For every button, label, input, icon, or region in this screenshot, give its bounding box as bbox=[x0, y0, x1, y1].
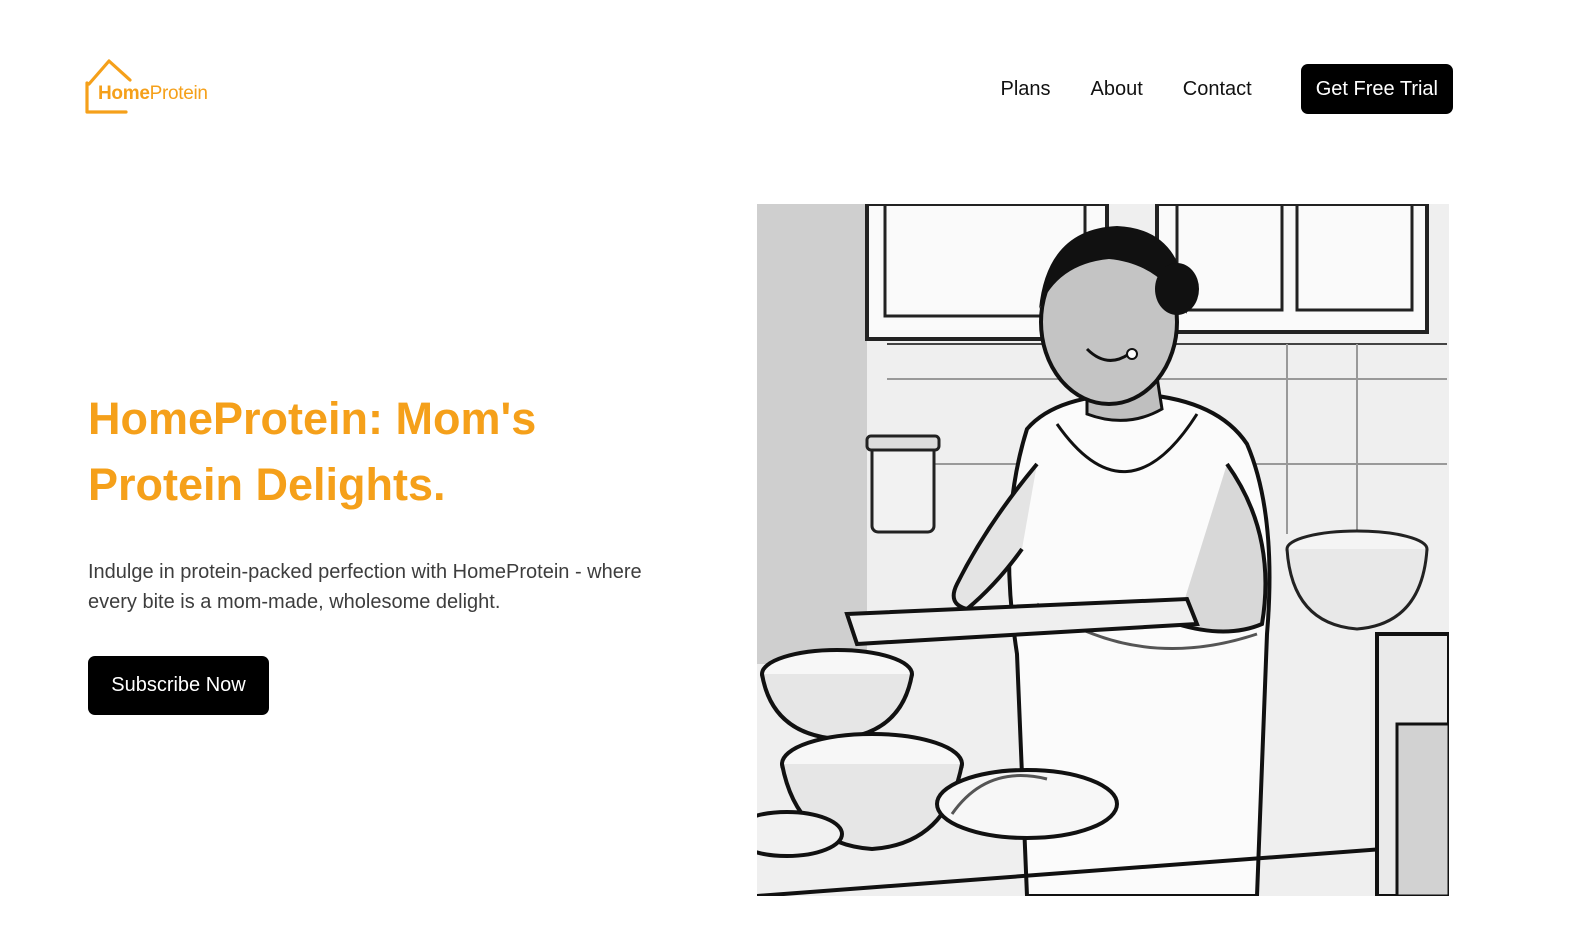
hero-title: HomeProtein: Mom's Protein Delights. bbox=[88, 393, 537, 510]
nav-link-about[interactable]: About bbox=[1091, 64, 1143, 114]
nav-link-plans[interactable]: Plans bbox=[1001, 64, 1051, 114]
logo-text-protein: Protein bbox=[149, 83, 208, 104]
hero-illustration bbox=[757, 204, 1449, 896]
hero-description: Indulge in protein-packed perfection wit… bbox=[88, 561, 642, 613]
landing-page: HomeProtein Plans About Contact Get Free… bbox=[0, 0, 1588, 932]
get-free-trial-button[interactable]: Get Free Trial bbox=[1300, 64, 1453, 114]
main-nav: Plans About Contact Get Free Trial bbox=[1001, 64, 1453, 114]
subscribe-now-button[interactable]: Subscribe Now bbox=[88, 656, 269, 715]
nav-link-contact[interactable]: Contact bbox=[1183, 64, 1252, 114]
logo-text: HomeProtein bbox=[98, 83, 208, 105]
cooking-woman-illustration-icon bbox=[757, 204, 1449, 896]
logo-text-home: Home bbox=[98, 83, 150, 104]
